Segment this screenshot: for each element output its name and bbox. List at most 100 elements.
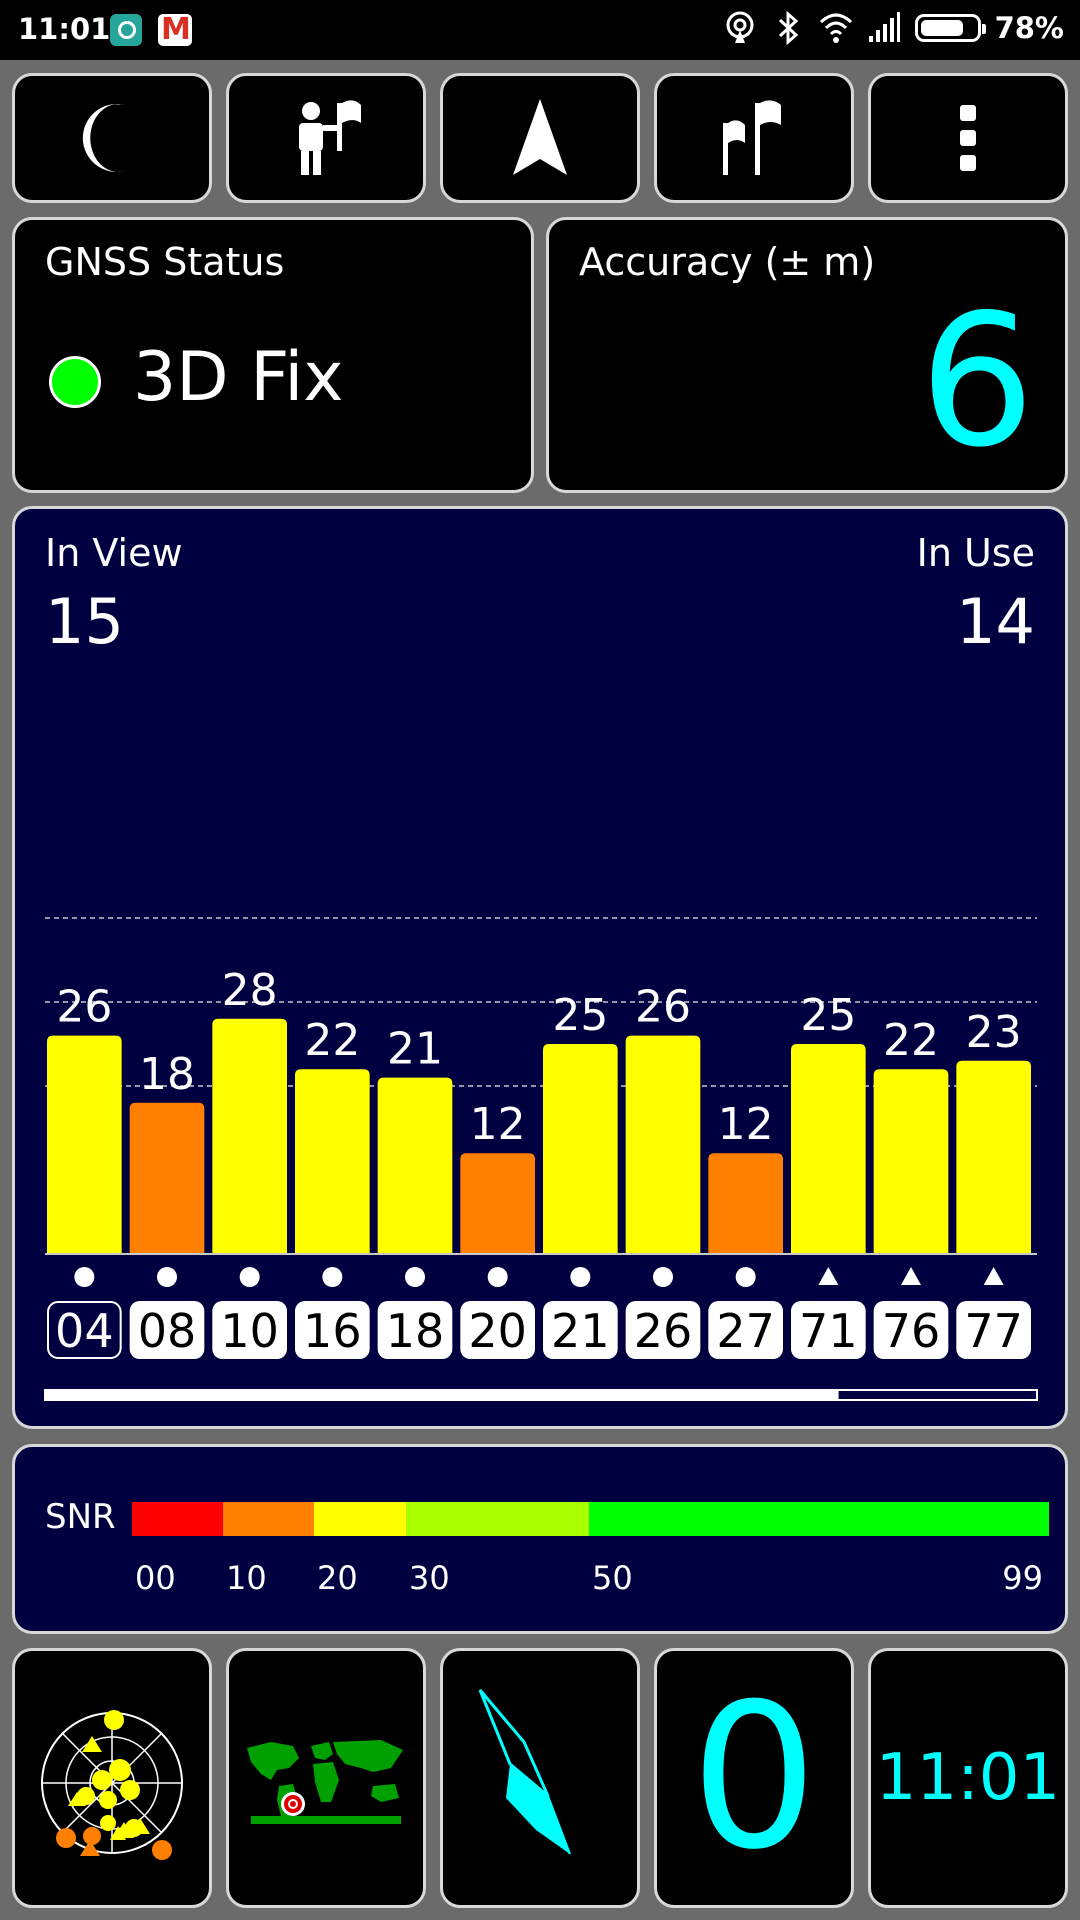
constellation-marker <box>239 1267 260 1287</box>
snr-scale-segment <box>132 1502 223 1536</box>
snr-bar <box>956 1060 1031 1254</box>
navigate-button[interactable] <box>440 73 640 203</box>
prn-label: 16 <box>303 1304 362 1358</box>
compass-icon <box>478 1689 571 1855</box>
constellation-marker <box>487 1267 508 1287</box>
prn-label: 04 <box>55 1304 114 1358</box>
snr-bar-label: 26 <box>56 982 112 1033</box>
scrollbar-thumb <box>45 1390 839 1400</box>
world-map-button[interactable] <box>226 1648 426 1908</box>
snr-tick-label: 00 <box>135 1559 176 1597</box>
snr-scale-segment <box>314 1502 406 1536</box>
accuracy-title: Accuracy (± m) <box>579 240 876 284</box>
snr-bar-chart: 26 04 18 08 28 10 22 16 21 18 12 20 25 21 26 26 12 27 25 71… <box>44 917 1038 1401</box>
prn-label: 18 <box>386 1304 445 1358</box>
status-bar: 11:01 78% <box>0 0 1080 60</box>
constellation-marker <box>735 1267 756 1287</box>
snr-tick-label: 30 <box>409 1559 450 1597</box>
prn-label: 10 <box>220 1304 279 1358</box>
snr-bar-label: 18 <box>139 1049 195 1100</box>
snr-bar-label: 23 <box>966 1007 1022 1058</box>
snr-bar <box>873 1069 949 1254</box>
wifi-icon <box>819 13 852 43</box>
accuracy-value: 6 <box>919 275 1035 487</box>
count-value: 0 <box>690 1661 818 1894</box>
snr-label: SNR <box>45 1497 116 1537</box>
clock-tile[interactable]: 11:01 <box>868 1648 1068 1908</box>
snr-bar <box>543 1044 618 1254</box>
world-map-icon <box>247 1740 403 1824</box>
snr-scale-segment <box>406 1502 589 1536</box>
app-notification-icon <box>110 14 142 46</box>
flags-icon <box>723 100 781 175</box>
prn-label: 08 <box>138 1304 197 1358</box>
status-time: 11:01 <box>18 12 111 46</box>
constellation-marker <box>405 1267 425 1287</box>
snr-legend-panel: SNR 00 10 20 30 50 99 <box>12 1444 1068 1634</box>
snr-tick-label: 50 <box>592 1559 633 1597</box>
prn-label: 27 <box>716 1304 775 1358</box>
night-mode-button[interactable] <box>12 73 212 203</box>
waypoint-button[interactable] <box>226 73 426 203</box>
prn-label: 21 <box>551 1304 610 1358</box>
constellation-marker <box>901 1267 921 1285</box>
prn-label: 71 <box>799 1304 858 1358</box>
compass-button[interactable] <box>440 1648 640 1908</box>
snr-bar <box>295 1069 370 1254</box>
satellite-signal-panel[interactable]: In View 15 In Use 14 26 04 18 08 28 10 22 16 21 1… <box>12 506 1068 1429</box>
satellite-count-tile[interactable]: 0 <box>654 1648 854 1908</box>
prn-label: 76 <box>882 1304 941 1358</box>
snr-bar-label: 12 <box>718 1099 774 1150</box>
snr-bar-label: 26 <box>635 982 691 1033</box>
bluetooth-icon <box>778 10 798 46</box>
battery-percent: 78% <box>994 11 1064 45</box>
snr-tick-label: 99 <box>1002 1559 1043 1597</box>
accuracy-panel[interactable]: Accuracy (± m) 6 <box>546 217 1068 493</box>
gmail-icon <box>158 14 192 46</box>
battery-level <box>920 20 963 36</box>
snr-bar-label: 22 <box>304 1015 360 1066</box>
navigation-arrow-icon <box>513 99 567 175</box>
fix-status-text: 3D Fix <box>133 338 344 417</box>
snr-bar <box>129 1102 205 1254</box>
snr-bar-label: 12 <box>470 1099 526 1150</box>
snr-bar <box>212 1018 287 1254</box>
snr-bar <box>708 1153 783 1254</box>
constellation-marker <box>653 1267 673 1287</box>
snr-color-scale <box>132 1502 1049 1536</box>
skyplot-button[interactable] <box>12 1648 212 1908</box>
more-vertical-icon <box>960 105 976 171</box>
snr-tick-label: 10 <box>226 1559 267 1597</box>
snr-bar <box>460 1153 535 1254</box>
snr-bar-label: 25 <box>800 990 856 1041</box>
gnss-status-panel[interactable]: GNSS Status 3D Fix <box>12 217 534 493</box>
snr-bar-label: 28 <box>222 965 278 1016</box>
battery-icon <box>914 14 986 42</box>
constellation-marker <box>983 1267 1004 1285</box>
constellation-marker <box>322 1267 343 1287</box>
more-menu-button[interactable] <box>868 73 1068 203</box>
snr-tick-label: 20 <box>317 1559 358 1597</box>
fix-indicator-icon <box>49 356 101 408</box>
snr-bar-label: 22 <box>883 1015 939 1066</box>
snr-scale-segment <box>589 1502 1049 1536</box>
constellation-marker <box>157 1267 177 1287</box>
snr-bar <box>377 1077 453 1254</box>
flags-button[interactable] <box>654 73 854 203</box>
snr-bar-label: 25 <box>552 990 608 1041</box>
moon-icon <box>82 104 125 172</box>
hotspot-icon <box>726 11 754 43</box>
person-flag-icon <box>299 100 361 175</box>
snr-bar <box>625 1035 701 1254</box>
prn-label: 26 <box>634 1304 693 1358</box>
signal-icon <box>868 12 900 42</box>
constellation-marker <box>818 1267 839 1285</box>
constellation-marker <box>74 1267 95 1287</box>
snr-scale-segment <box>223 1502 314 1536</box>
prn-label: 20 <box>468 1304 527 1358</box>
status-icons: 78% <box>723 10 1064 46</box>
clock-value: 11:01 <box>875 1741 1061 1815</box>
snr-bar-label: 21 <box>387 1024 443 1075</box>
constellation-marker <box>570 1267 591 1287</box>
gnss-status-title: GNSS Status <box>45 240 285 284</box>
